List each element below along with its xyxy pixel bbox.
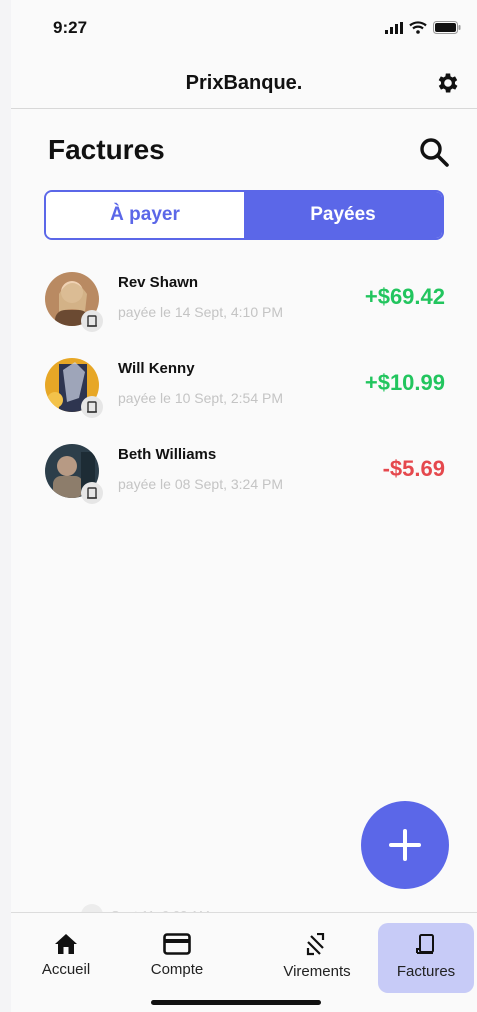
bill-row[interactable]: Will Kenny payée le 10 Sept, 2:54 PM +$1… xyxy=(45,358,445,428)
bottom-nav: Accueil Compte Virements Factures xyxy=(11,912,477,1012)
nav-label: Factures xyxy=(396,963,456,980)
phone-screen: 9:27 PrixBanque. Factures À payer Payées xyxy=(11,0,477,1012)
app-title: PrixBanque. xyxy=(185,72,303,94)
bill-amount: +$69.42 xyxy=(364,284,445,309)
bill-status-tabs: À payer Payées xyxy=(44,190,444,240)
home-indicator xyxy=(151,1000,321,1005)
nav-compte[interactable]: Compte xyxy=(129,923,225,993)
bill-amount: +$10.99 xyxy=(364,370,445,395)
bill-date: payée le 14 Sept, 4:10 PM xyxy=(118,304,283,320)
nav-label: Virements xyxy=(283,963,351,980)
page-title: Factures xyxy=(48,134,165,165)
status-time: 9:27 xyxy=(53,18,88,37)
plus-icon xyxy=(389,829,421,861)
bill-icon xyxy=(81,482,103,504)
app-header: PrixBanque. xyxy=(11,60,477,109)
battery-icon xyxy=(433,21,461,34)
bill-row[interactable]: Beth Williams payée le 08 Sept, 3:24 PM … xyxy=(45,444,445,514)
bill-icon xyxy=(416,934,434,954)
nav-label: Compte xyxy=(150,961,204,978)
nav-label: Accueil xyxy=(41,961,91,978)
bill-name: Rev Shawn xyxy=(118,274,199,291)
tab-payees[interactable]: Payées xyxy=(244,192,442,238)
transfer-icon xyxy=(306,933,325,956)
gear-icon[interactable] xyxy=(435,70,461,96)
add-bill-button[interactable] xyxy=(361,801,449,889)
home-icon xyxy=(55,934,77,954)
bill-date: payée le 10 Sept, 2:54 PM xyxy=(118,390,283,406)
search-icon[interactable] xyxy=(417,135,451,169)
nav-accueil[interactable]: Accueil xyxy=(18,923,114,993)
bill-amount: -$5.69 xyxy=(382,456,445,481)
bill-name: Will Kenny xyxy=(118,360,195,377)
bill-name: Beth Williams xyxy=(118,446,217,463)
bill-row[interactable]: Rev Shawn payée le 14 Sept, 4:10 PM +$69… xyxy=(45,272,445,342)
bill-icon xyxy=(81,310,103,332)
bill-date: payée le 08 Sept, 3:24 PM xyxy=(118,476,283,492)
nav-factures[interactable]: Factures xyxy=(378,923,474,993)
nav-virements[interactable]: Virements xyxy=(269,923,365,993)
tab-a-payer[interactable]: À payer xyxy=(46,192,244,238)
wifi-icon xyxy=(409,21,427,34)
bill-icon xyxy=(81,396,103,418)
status-icons xyxy=(385,21,461,34)
signal-icon xyxy=(385,21,403,34)
card-icon xyxy=(163,933,191,955)
